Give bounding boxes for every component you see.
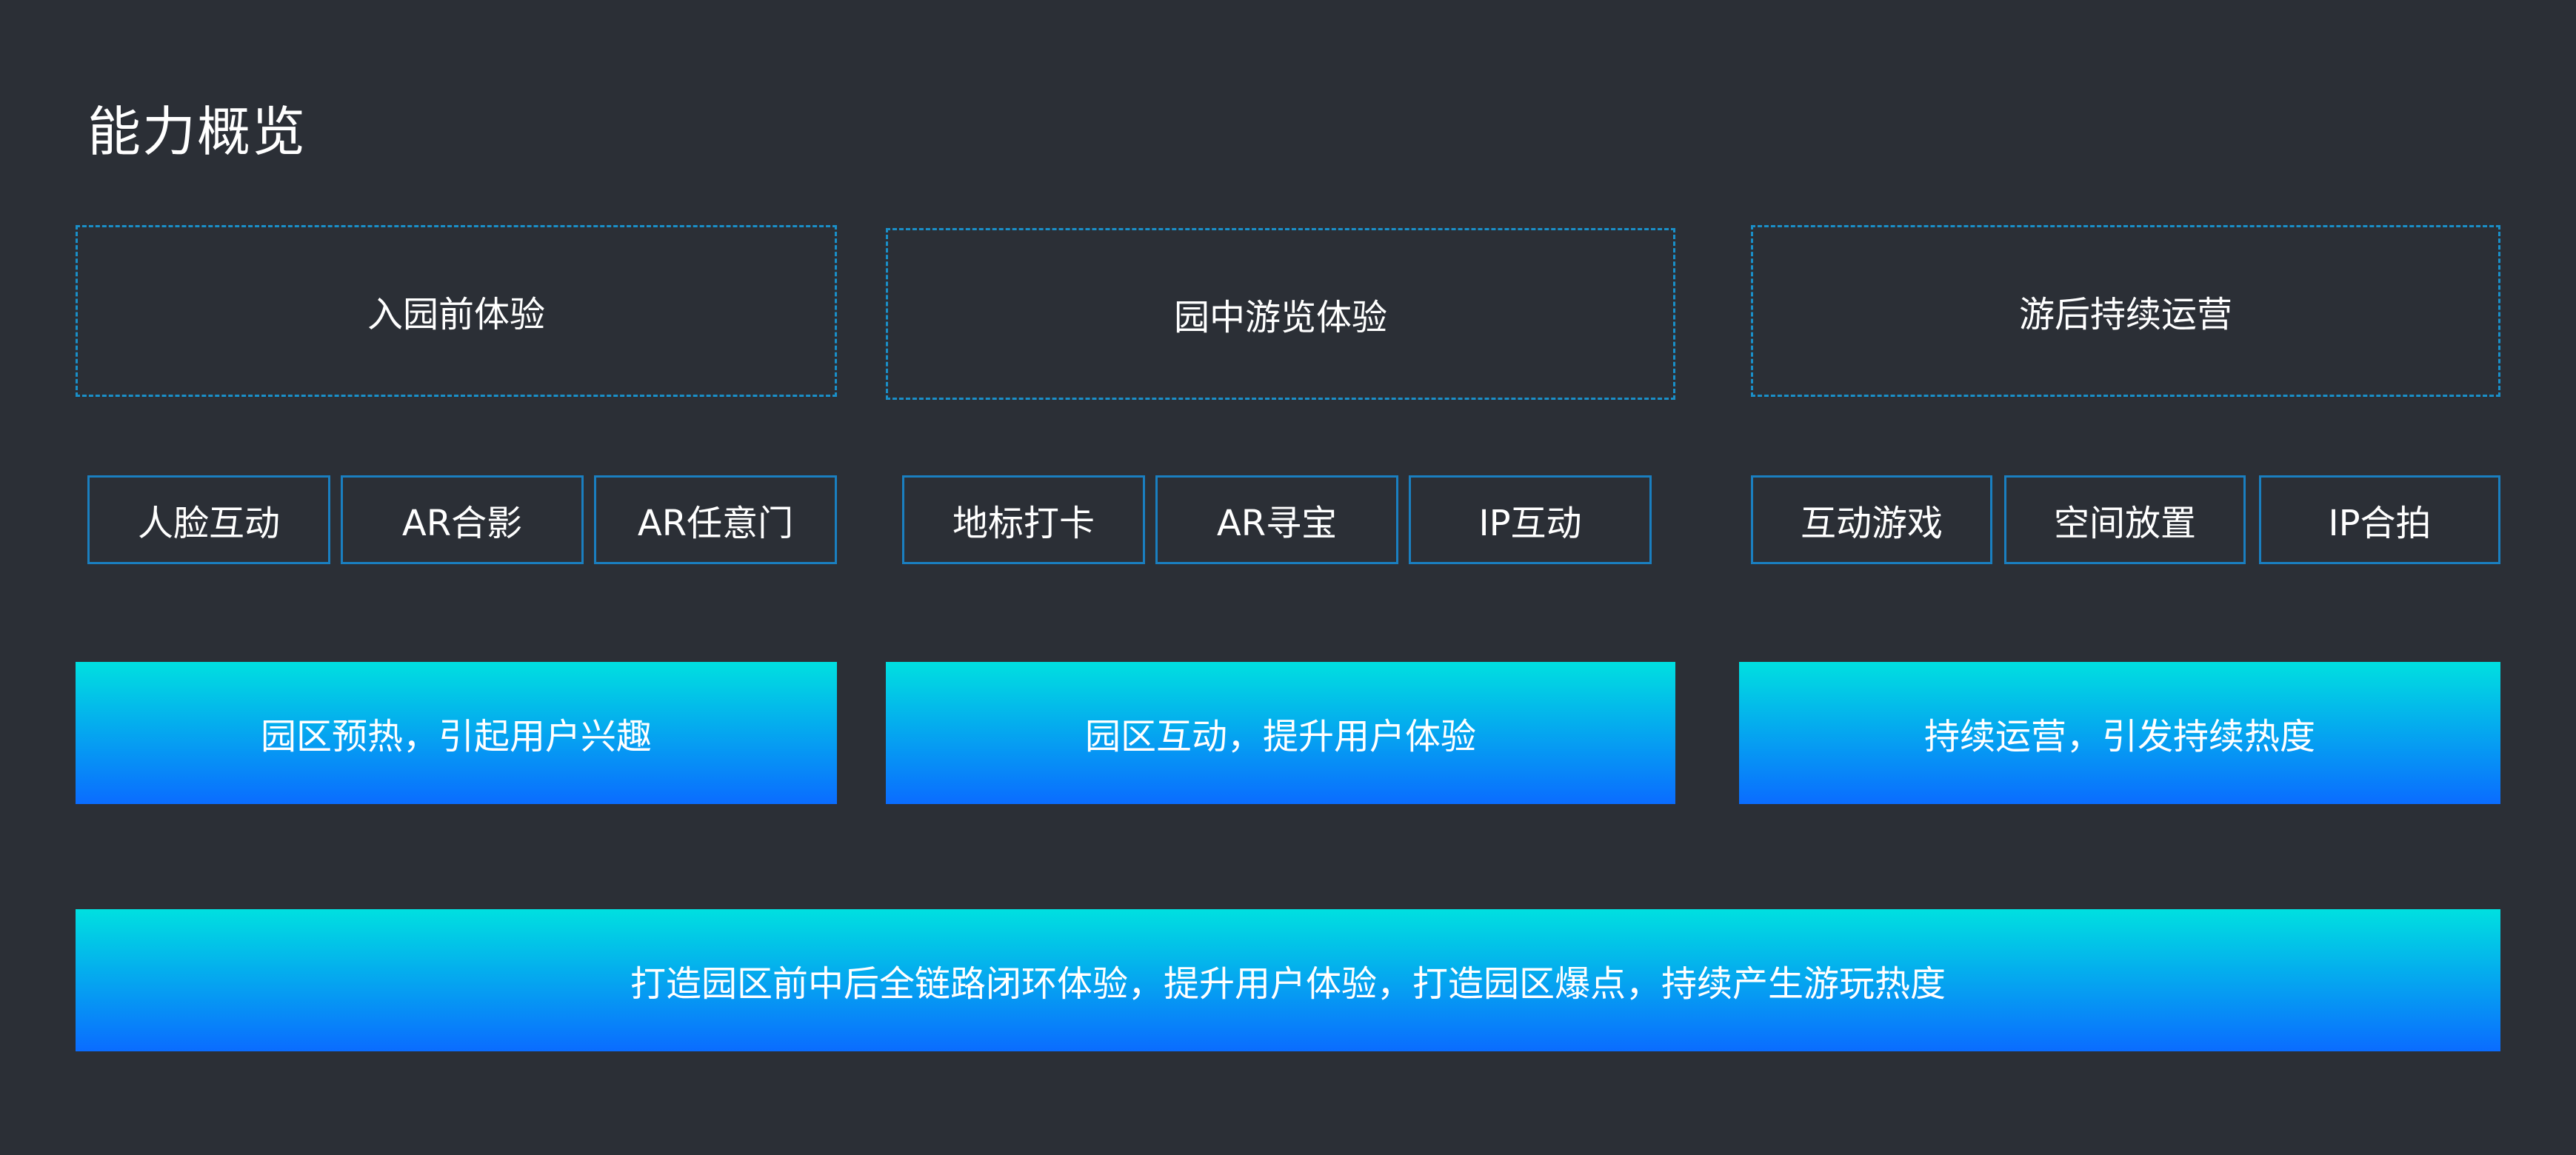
feature-ip-interaction: IP互动: [1409, 475, 1652, 564]
feature-ar-treasure: AR寻宝: [1155, 475, 1398, 564]
stage-pre-visit: 入园前体验: [76, 225, 837, 397]
feature-ar-photo: AR合影: [341, 475, 584, 564]
goal-pre-visit: 园区预热，引起用户兴趣: [76, 662, 837, 804]
feature-face-interaction: 人脸互动: [87, 475, 330, 564]
stage-post-visit: 游后持续运营: [1751, 225, 2500, 397]
goal-in-park: 园区互动，提升用户体验: [886, 662, 1675, 804]
feature-ar-portal: AR任意门: [594, 475, 837, 564]
feature-landmark-checkin: 地标打卡: [902, 475, 1145, 564]
goal-post-visit: 持续运营，引发持续热度: [1739, 662, 2500, 804]
feature-space-placement: 空间放置: [2004, 475, 2246, 564]
page-title: 能力概览: [87, 101, 307, 163]
summary-banner: 打造园区前中后全链路闭环体验，提升用户体验，打造园区爆点，持续产生游玩热度: [76, 909, 2500, 1051]
feature-interactive-game: 互动游戏: [1751, 475, 1992, 564]
stage-in-park: 园中游览体验: [886, 228, 1675, 400]
feature-ip-group-photo: IP合拍: [2259, 475, 2500, 564]
